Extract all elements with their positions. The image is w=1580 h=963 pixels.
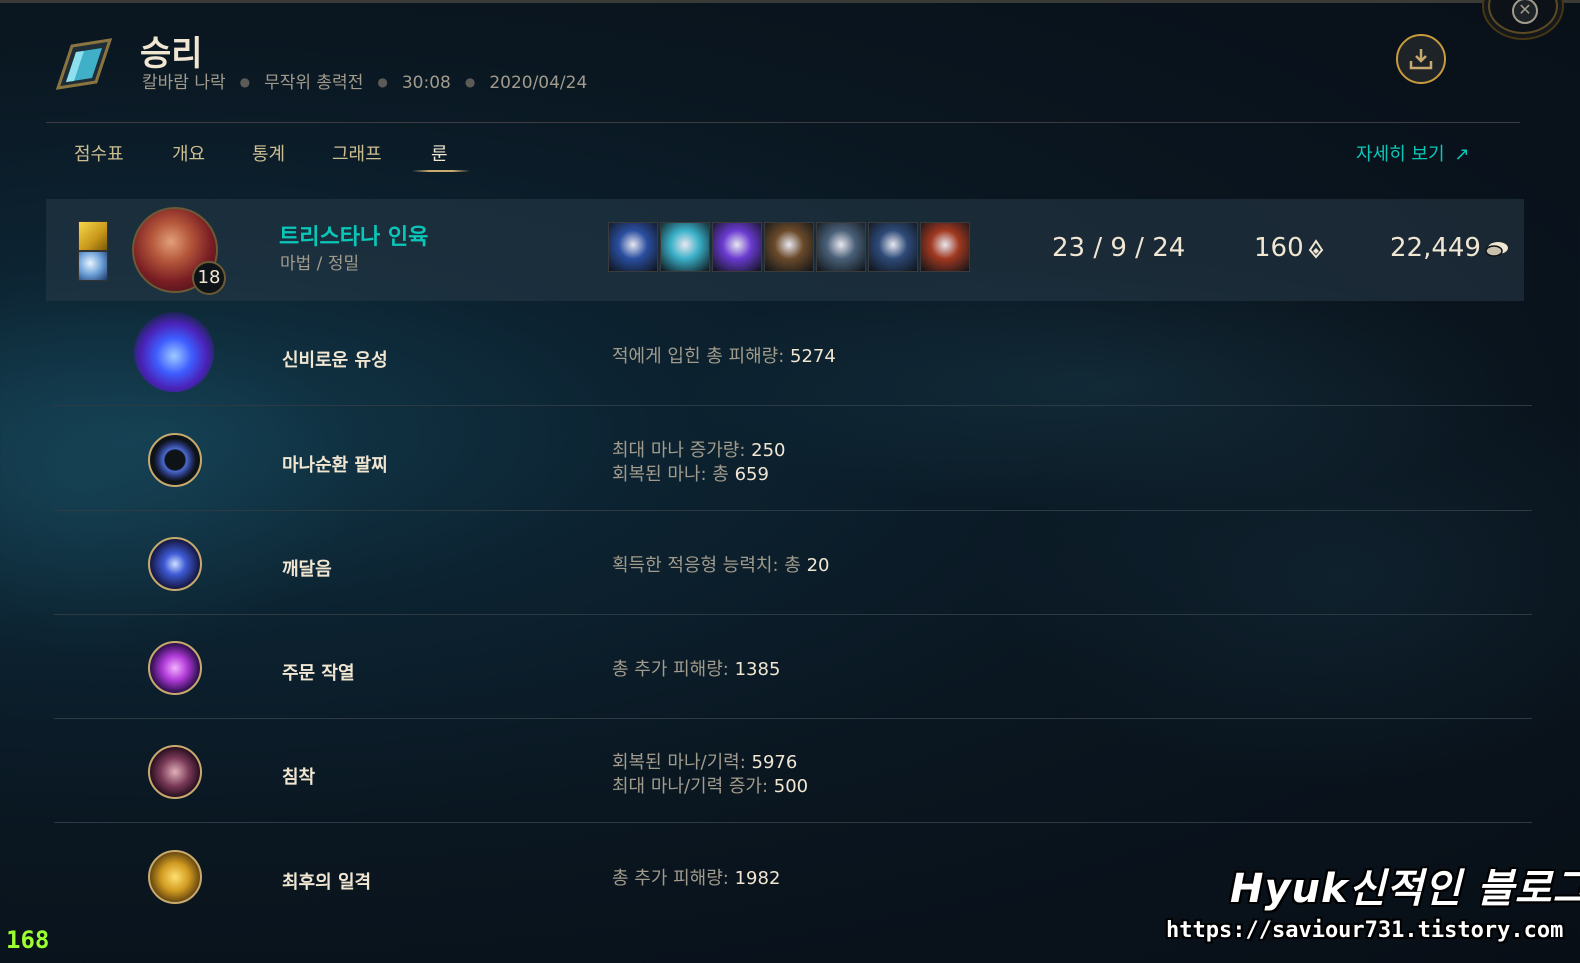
separator-dot: ● <box>464 75 476 89</box>
mask-item-icon[interactable] <box>660 222 710 272</box>
separator-dot: ● <box>377 75 388 89</box>
tab-overview[interactable]: 개요 <box>172 140 205 166</box>
summoner-spell-mark-icon <box>78 251 108 281</box>
gold-earned: 22,449 <box>1390 233 1509 263</box>
rune-stat-label: 회복된 마나/기력: <box>612 752 752 773</box>
view-details-label: 자세히 보기 <box>1356 144 1445 165</box>
rune-stat-value: 5976 <box>751 752 798 773</box>
rune-stats: 획득한 적응형 능력치: 총 20 <box>612 554 829 578</box>
rune-stat-label: 최대 마나 증가량: <box>612 440 752 461</box>
rune-name: 주문 작열 <box>282 663 355 684</box>
rune-stat-value: 5274 <box>790 346 836 367</box>
rune-stat-line: 회복된 마나/기력: 5976 <box>612 751 808 775</box>
minion-icon <box>1308 238 1323 259</box>
rune-name: 최후의 일격 <box>282 872 372 893</box>
rune-stat-label: 적에게 입힌 총 피해량: <box>612 346 790 367</box>
external-link-icon: ↗ <box>1454 144 1470 165</box>
rune-row: 신비로운 유성 적에게 입힌 총 피해량: 5274 <box>54 302 1532 406</box>
game-mode: 무작위 총력전 <box>264 73 364 93</box>
rune-stat-value: 1982 <box>734 868 781 889</box>
purple-orb-item-icon[interactable] <box>712 222 762 272</box>
active-tab-underline <box>412 170 470 172</box>
rune-stat-label: 총 추가 피해량: <box>612 868 735 889</box>
rune-row: 마나순환 팔찌 최대 마나 증가량: 250 회복된 마나: 총 659 <box>54 407 1532 511</box>
kda: 23 / 9 / 24 <box>1052 233 1186 263</box>
rune-stats: 적에게 입힌 총 피해량: 5274 <box>612 345 836 369</box>
victory-crest-icon <box>55 38 113 90</box>
download-button[interactable] <box>1396 34 1446 84</box>
rune-stat-line: 최대 마나/기력 증가: 500 <box>612 775 808 799</box>
rune-stat-label: 회복된 마나: 총 <box>612 464 735 485</box>
rune-stat-line: 총 추가 피해량: 1982 <box>612 867 780 891</box>
tab-runes[interactable]: 룬 <box>431 140 448 166</box>
watermark-url: https://saviour731.tistory.com <box>1166 918 1564 943</box>
red-spiral-item-icon[interactable] <box>920 222 970 272</box>
coup-de-grace-icon[interactable] <box>148 850 202 904</box>
fps-counter: 168 <box>6 926 50 954</box>
staff-item-icon[interactable] <box>816 222 866 272</box>
match-header: 승리 칼바람 나락 ● 무작위 총력전 ● 30:08 ● 2020/04/24 <box>50 26 1530 116</box>
rune-row: 침착 회복된 마나/기력: 5976 최대 마나/기력 증가: 500 <box>54 719 1532 823</box>
rune-stat-label: 총 추가 피해량: <box>612 659 735 680</box>
rune-name: 깨달음 <box>282 559 332 580</box>
map-name: 칼바람 나락 <box>142 73 226 93</box>
gold-value: 22,449 <box>1390 233 1481 263</box>
rune-stat-value: 659 <box>734 464 769 485</box>
rune-name: 마나순환 팔찌 <box>282 455 388 476</box>
rune-name: 침착 <box>282 767 316 788</box>
rune-stats: 회복된 마나/기력: 5976 최대 마나/기력 증가: 500 <box>612 751 808 799</box>
rune-stat-value: 500 <box>773 776 809 797</box>
rune-stat-value: 1385 <box>734 659 781 680</box>
rune-name: 신비로운 유성 <box>282 350 388 371</box>
view-details-link[interactable]: 자세히 보기 ↗ <box>1356 140 1470 166</box>
gold-coins-icon <box>1485 241 1508 257</box>
rune-stat-line: 최대 마나 증가량: 250 <box>612 439 786 463</box>
summoner-spell-flash-icon <box>78 221 108 251</box>
row-divider <box>54 405 1532 406</box>
tab-stats[interactable]: 통계 <box>252 140 285 166</box>
rune-stat-line: 총 추가 피해량: 1385 <box>612 658 780 682</box>
match-date: 2020/04/24 <box>489 73 588 93</box>
header-divider <box>46 122 1520 123</box>
rune-trees: 마법 / 정밀 <box>280 254 360 274</box>
watermark-title: Hyuk신적인 블로그 <box>1230 866 1580 912</box>
rune-stat-value: 20 <box>806 555 830 576</box>
transcendence-icon[interactable] <box>148 537 202 591</box>
window-top-edge <box>0 0 1580 3</box>
rune-stat-label: 최대 마나/기력 증가: <box>612 776 774 797</box>
rune-stats: 총 추가 피해량: 1385 <box>612 658 780 682</box>
tab-graphs[interactable]: 그래프 <box>332 140 382 166</box>
rune-stats: 총 추가 피해량: 1982 <box>612 867 780 891</box>
boots-item-icon[interactable] <box>764 222 814 272</box>
presence-of-mind-icon[interactable] <box>148 745 202 799</box>
rune-stat-line: 회복된 마나: 총 659 <box>612 463 786 487</box>
player-name[interactable]: 트리스타나 인육 <box>279 219 428 251</box>
creep-score-value: 160 <box>1254 233 1304 263</box>
rune-stat-line: 획득한 적응형 능력치: 총 20 <box>612 554 829 578</box>
champion-level: 18 <box>192 261 226 295</box>
match-meta: 칼바람 나락 ● 무작위 총력전 ● 30:08 ● 2020/04/24 <box>142 68 587 93</box>
rune-stat-label: 획득한 적응형 능력치: 총 <box>612 555 807 576</box>
arcane-comet-icon[interactable] <box>134 312 214 392</box>
zhonyas-hourglass-icon[interactable] <box>608 222 658 272</box>
rune-stats: 최대 마나 증가량: 250 회복된 마나: 총 659 <box>612 439 786 487</box>
manaflow-band-icon[interactable] <box>148 433 202 487</box>
rune-row: 깨달음 획득한 적응형 능력치: 총 20 <box>54 511 1532 615</box>
player-row[interactable]: 18 트리스타나 인육 마법 / 정밀 23 / 9 / 24 160 22,4… <box>46 199 1524 301</box>
scorch-icon[interactable] <box>148 641 202 695</box>
rune-stat-value: 250 <box>751 440 786 461</box>
close-icon: ✕ <box>1512 0 1538 24</box>
tome-item-icon[interactable] <box>868 222 918 272</box>
separator-dot: ● <box>239 75 251 89</box>
rune-row: 주문 작열 총 추가 피해량: 1385 <box>54 615 1532 719</box>
row-divider <box>54 822 1532 823</box>
rune-stat-line: 적에게 입힌 총 피해량: 5274 <box>612 345 836 369</box>
download-icon <box>1409 49 1433 70</box>
tab-scoreboard[interactable]: 점수표 <box>74 140 124 166</box>
creep-score: 160 <box>1254 233 1324 263</box>
match-duration: 30:08 <box>401 73 451 93</box>
